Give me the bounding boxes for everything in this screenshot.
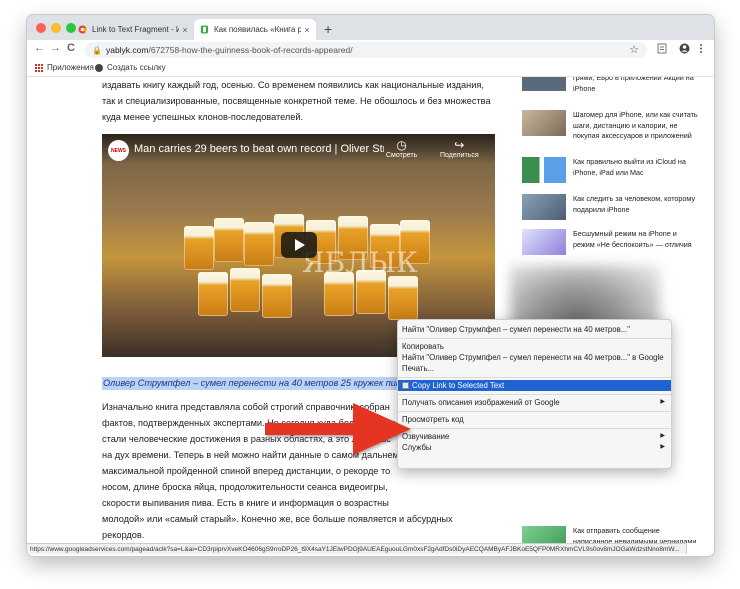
extension-icon[interactable] xyxy=(657,43,667,57)
profile-avatar-icon[interactable] xyxy=(679,43,690,57)
submenu-arrow-icon: ▶ xyxy=(660,444,665,450)
video-title[interactable]: Man carries 29 beers to beat own record … xyxy=(134,143,384,155)
context-menu: Найти "Оливер Струмпфел – сумел перенест… xyxy=(397,319,672,469)
sidebar-item-text: Как правильно выйти из iCloud на iPhone,… xyxy=(573,157,686,177)
menu-separator xyxy=(398,377,671,378)
article-thumbnail xyxy=(522,526,566,543)
watermark: ЯБЛЫК xyxy=(302,246,418,279)
sidebar-item-text: грями, Евро в приложении Акции на iPhone xyxy=(573,77,694,93)
tab-link-to-text-fragment[interactable]: Link to Text Fragment - Интер... × xyxy=(72,19,194,40)
menu-item-copy-link-to-selected-text[interactable]: Copy Link to Selected Text xyxy=(398,380,671,391)
page-content: издавать книгу каждый год, осенью. Со вр… xyxy=(27,77,714,543)
text-line: так и специализированные, посвященные ко… xyxy=(102,96,491,106)
tab-close-icon[interactable]: × xyxy=(301,25,313,35)
bookmark-create-link[interactable]: Создать ссылку xyxy=(95,63,166,72)
close-window-button[interactable] xyxy=(36,23,46,33)
menu-item-search-find[interactable]: Найти "Оливер Струмпфел – сумел перенест… xyxy=(398,324,671,335)
browser-window: Link to Text Fragment - Интер... × Как п… xyxy=(27,15,714,556)
submenu-arrow-icon: ▶ xyxy=(660,399,665,405)
menu-item-image-descriptions[interactable]: Получать описания изображений от Google ▶ xyxy=(398,397,671,408)
menu-item-copy[interactable]: Копировать xyxy=(398,341,671,352)
article-thumbnail xyxy=(522,194,566,220)
back-button[interactable]: ← xyxy=(34,42,45,54)
new-tab-button[interactable]: + xyxy=(324,21,332,37)
article-thumbnail xyxy=(522,77,566,91)
tab-title: Как появилась «Книга рекорд... xyxy=(214,25,301,34)
submenu-arrow-icon: ▶ xyxy=(660,433,665,439)
sidebar-item[interactable]: Шагомер для iPhone, или как считать шаги… xyxy=(522,110,702,144)
sidebar-item[interactable]: грями, Евро в приложении Акции на iPhone xyxy=(522,77,702,107)
menu-item-search-google[interactable]: Найти "Оливер Струмпфел – сумел перенест… xyxy=(398,352,671,363)
watch-later-button[interactable]: ◷ Смотреть xyxy=(386,138,417,159)
menu-separator xyxy=(398,428,671,429)
sidebar-item[interactable]: Как правильно выйти из iCloud на iPhone,… xyxy=(522,157,702,191)
share-icon: ↪ xyxy=(454,138,465,152)
menu-item-print[interactable]: Печать... xyxy=(398,363,671,374)
chrome-web-store-icon xyxy=(78,25,87,34)
status-bar-url: https://www.googleadservices.com/pagead/… xyxy=(27,543,687,554)
reload-button[interactable]: C xyxy=(67,42,75,54)
url-path: /672758-how-the-guinness-book-of-records… xyxy=(148,45,353,55)
text-line: издавать книгу каждый год, осенью. Со вр… xyxy=(102,80,484,90)
bookmark-apps[interactable]: Приложения xyxy=(35,63,94,72)
sidebar-item-text: Бесшумный режим на iPhone и режим «Не бе… xyxy=(573,229,692,249)
url-host: yablyk.com xyxy=(105,45,149,55)
bookmark-label: Приложения xyxy=(47,63,94,72)
sidebar-item[interactable]: Как следить за человеком, которому подар… xyxy=(522,194,702,228)
tab-yablyk-article[interactable]: Как появилась «Книга рекорд... × xyxy=(194,19,316,40)
bookmark-label: Создать ссылку xyxy=(107,63,166,72)
share-button[interactable]: ↪ Поделиться xyxy=(440,138,479,159)
text-line: куда менее успешных клонов-последователе… xyxy=(102,112,304,122)
sidebar-item[interactable]: Бесшумный режим на iPhone и режим «Не бе… xyxy=(522,229,702,263)
yablyk-favicon-icon xyxy=(200,25,209,34)
menu-kebab-icon[interactable] xyxy=(699,43,703,57)
browser-toolbar: ← → C 🔒 yablyk.com /672758-how-the-guinn… xyxy=(27,40,714,60)
globe-icon xyxy=(95,63,103,72)
menu-item-services[interactable]: Службы ▶ xyxy=(398,442,671,453)
menu-separator xyxy=(398,338,671,339)
article-thumbnail xyxy=(522,229,566,255)
lock-icon: 🔒 xyxy=(92,45,102,55)
tab-strip: Link to Text Fragment - Интер... × Как п… xyxy=(27,15,714,40)
menu-separator xyxy=(398,394,671,395)
play-button[interactable] xyxy=(281,232,317,258)
bookmarks-bar: Приложения Создать ссылку xyxy=(27,60,714,77)
minimize-window-button[interactable] xyxy=(51,23,61,33)
text-line: рекордов. xyxy=(102,530,145,540)
tab-title: Link to Text Fragment - Интер... xyxy=(92,25,179,34)
sidebar-item-text: Шагомер для iPhone, или как считать шаги… xyxy=(573,110,698,140)
selected-caption[interactable]: Оливер Струмпфел – сумел перенести на 40… xyxy=(102,377,402,390)
address-bar[interactable]: 🔒 yablyk.com /672758-how-the-guinness-bo… xyxy=(85,42,647,58)
article-paragraph-1: издавать книгу каждый год, осенью. Со вр… xyxy=(102,77,502,125)
sidebar-item-text: Как отправить сообщение написанное невид… xyxy=(573,526,697,543)
text-line: носом, длине броска яйца, продолжительно… xyxy=(102,482,388,492)
bookmark-star-icon[interactable]: ☆ xyxy=(629,43,639,56)
channel-logo[interactable]: NEWS xyxy=(108,140,129,161)
sidebar-item-text: Как следить за человеком, которому подар… xyxy=(573,194,696,214)
text-line: скорости выпивания пива. Есть в книге и … xyxy=(102,498,389,508)
tab-close-icon[interactable]: × xyxy=(179,25,191,35)
sidebar-item[interactable]: Как отправить сообщение написанное невид… xyxy=(522,526,702,543)
clock-icon: ◷ xyxy=(396,138,407,152)
menu-item-speech[interactable]: Озвучивание ▶ xyxy=(398,431,671,442)
article-thumbnail xyxy=(522,110,566,136)
article-thumbnail xyxy=(522,157,566,183)
forward-button[interactable]: → xyxy=(50,42,61,54)
apps-grid-icon xyxy=(35,63,43,72)
red-pointer-arrow-icon xyxy=(265,403,411,455)
menu-item-inspect[interactable]: Просмотреть код xyxy=(398,414,671,425)
text-line: молодой» или «самый старый». Конечно же,… xyxy=(102,514,453,524)
menu-separator xyxy=(398,411,671,412)
extension-icon xyxy=(402,382,409,389)
